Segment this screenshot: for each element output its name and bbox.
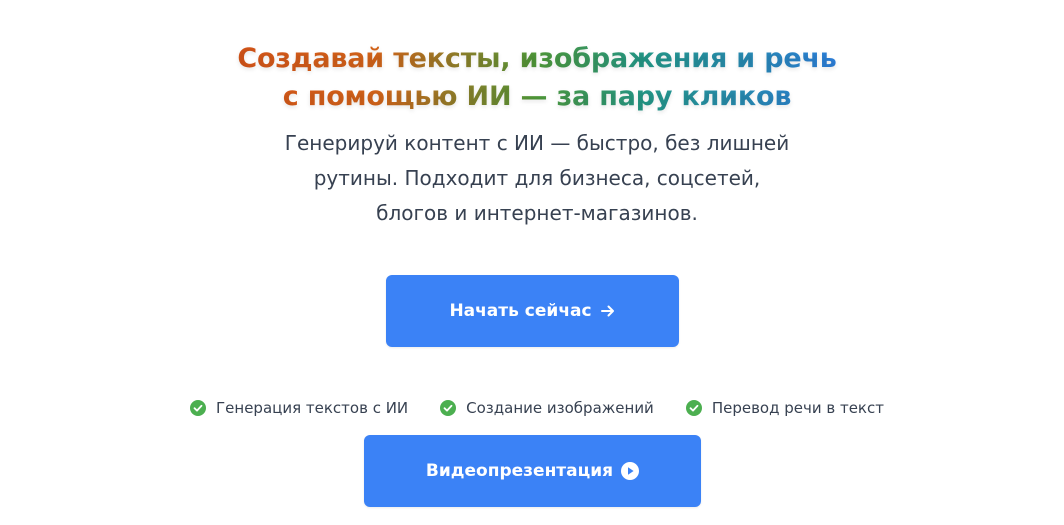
feature-label: Перевод речи в текст xyxy=(711,399,884,417)
hero-headline-line2: с помощью ИИ — за пару кликов xyxy=(282,81,792,112)
check-circle-icon xyxy=(440,400,457,416)
feature-list: Генерация текстов с ИИ Создание изображе… xyxy=(0,397,1064,419)
hero-headline-line1: Создавай тексты, изображения и речь xyxy=(237,43,837,74)
hero-section: Создавай тексты, изображения и речь с по… xyxy=(0,0,1064,525)
play-circle-icon xyxy=(621,462,640,480)
hero-subtitle: Генерируй контент с ИИ — быстро, без лиш… xyxy=(0,126,1064,231)
start-now-button[interactable]: Начать сейчас xyxy=(386,275,679,347)
check-circle-icon xyxy=(685,400,702,416)
arrow-right-icon xyxy=(600,305,614,317)
feature-label: Генерация текстов с ИИ xyxy=(216,399,409,417)
hero-headline: Создавай тексты, изображения и речь с по… xyxy=(0,40,1064,116)
video-presentation-button[interactable]: Видеопрезентация xyxy=(364,435,701,507)
feature-item-text-generation: Генерация текстов с ИИ xyxy=(190,399,408,417)
check-circle-icon xyxy=(190,400,207,416)
feature-item-image-creation: Создание изображений xyxy=(440,399,654,417)
video-presentation-button-label: Видеопрезентация xyxy=(425,461,614,481)
feature-item-speech-to-text: Перевод речи в текст xyxy=(685,399,884,417)
hero-subtitle-line1: Генерируй контент с ИИ — быстро, без лиш… xyxy=(284,131,790,155)
hero-subtitle-line3: блогов и интернет-магазинов. xyxy=(376,201,698,225)
start-now-button-label: Начать сейчас xyxy=(449,301,592,321)
feature-label: Создание изображений xyxy=(466,399,654,417)
hero-subtitle-line2: рутины. Подходит для бизнеса, соцсетей, xyxy=(313,166,761,190)
